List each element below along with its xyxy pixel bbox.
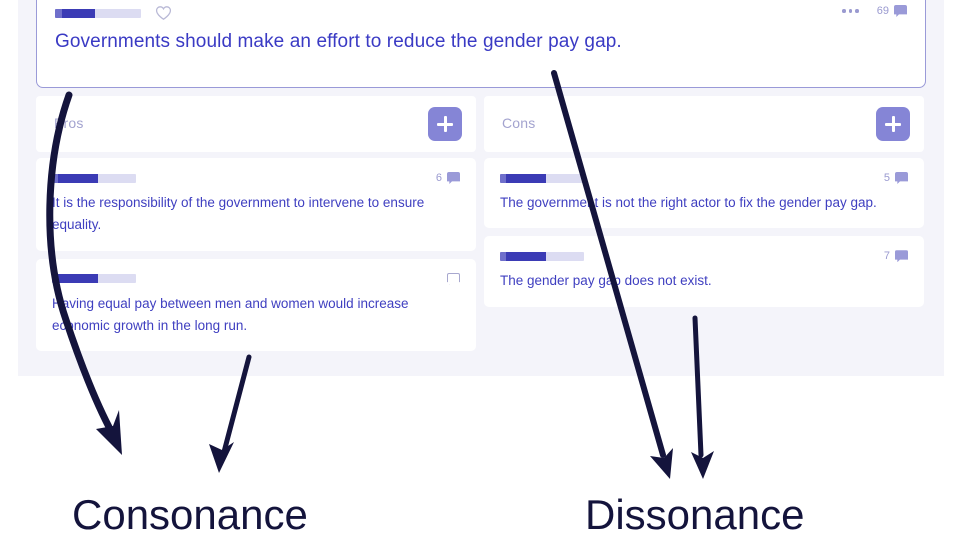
pros-card-2-text: Having equal pay between men and women w… <box>52 295 409 333</box>
screenshot-stage: 69 Governments should make an effort to … <box>0 0 960 540</box>
cons-label: Cons <box>502 115 536 131</box>
cons-card-1-comment-count: 5 <box>883 172 890 184</box>
add-pro-button[interactable] <box>428 107 462 141</box>
comment-flag-filled-icon <box>895 172 908 184</box>
cons-card-2-text: The gender pay gap does not exist. <box>500 273 712 289</box>
pros-card-2-meta <box>52 272 460 285</box>
heart-icon[interactable] <box>155 5 172 21</box>
comment-flag-filled-icon <box>895 250 908 263</box>
claim-card[interactable]: 69 Governments should make an effort to … <box>36 0 926 88</box>
claim-comment-count: 69 <box>876 5 889 17</box>
pros-card-2-comment-group[interactable] <box>442 272 460 285</box>
cons-card-2-comment-group[interactable]: 7 <box>883 250 908 263</box>
claim-text: Governments should make an effort to red… <box>55 31 622 52</box>
pros-card-2[interactable]: Having equal pay between men and women w… <box>36 258 476 352</box>
comment-flag-outline-icon <box>447 272 460 285</box>
cons-card-1-text: The government is not the right actor to… <box>500 195 877 210</box>
pros-card-1[interactable]: 6 It is the responsibility of the govern… <box>36 158 476 251</box>
cons-column: Cons 5 The government is not the right a… <box>484 96 924 315</box>
cons-column-header: Cons <box>484 96 924 152</box>
pros-column-header: Pros <box>36 96 476 152</box>
claim-author-redacted <box>55 8 141 18</box>
cons-card-2-author-redacted <box>500 251 584 261</box>
debate-app-panel: 69 Governments should make an effort to … <box>18 0 944 376</box>
claim-comment-group[interactable]: 69 <box>877 5 907 17</box>
cons-card-2[interactable]: 7 The gender pay gap does not exist. <box>484 236 924 307</box>
pros-card-1-meta: 6 <box>52 172 460 184</box>
pros-card-1-comment-count: 6 <box>435 172 442 184</box>
cons-card-2-comment-count: 7 <box>883 250 890 263</box>
claim-meta <box>55 5 172 21</box>
cons-card-1-comment-group[interactable]: 5 <box>884 172 908 184</box>
cons-card-1-meta: 5 <box>500 172 908 184</box>
comment-flag-icon <box>894 5 907 17</box>
add-con-button[interactable] <box>876 107 910 141</box>
pros-card-1-comment-group[interactable]: 6 <box>436 172 460 184</box>
dissonance-label: Dissonance <box>585 491 805 538</box>
cons-card-1-author-redacted <box>500 173 584 183</box>
pros-label: Pros <box>54 115 84 131</box>
comment-flag-filled-icon <box>447 172 460 184</box>
pros-card-2-author-redacted <box>52 274 136 284</box>
pros-card-1-text: It is the responsibility of the governme… <box>52 195 425 233</box>
pros-card-1-author-redacted <box>52 173 136 183</box>
kebab-menu-icon[interactable] <box>842 9 859 13</box>
pros-column: Pros 6 It is the responsibility of the g… <box>36 96 476 359</box>
cons-card-2-meta: 7 <box>500 250 908 263</box>
cons-card-1[interactable]: 5 The government is not the right actor … <box>484 158 924 229</box>
claim-actions: 69 <box>842 5 907 17</box>
consonance-label: Consonance <box>72 491 308 538</box>
